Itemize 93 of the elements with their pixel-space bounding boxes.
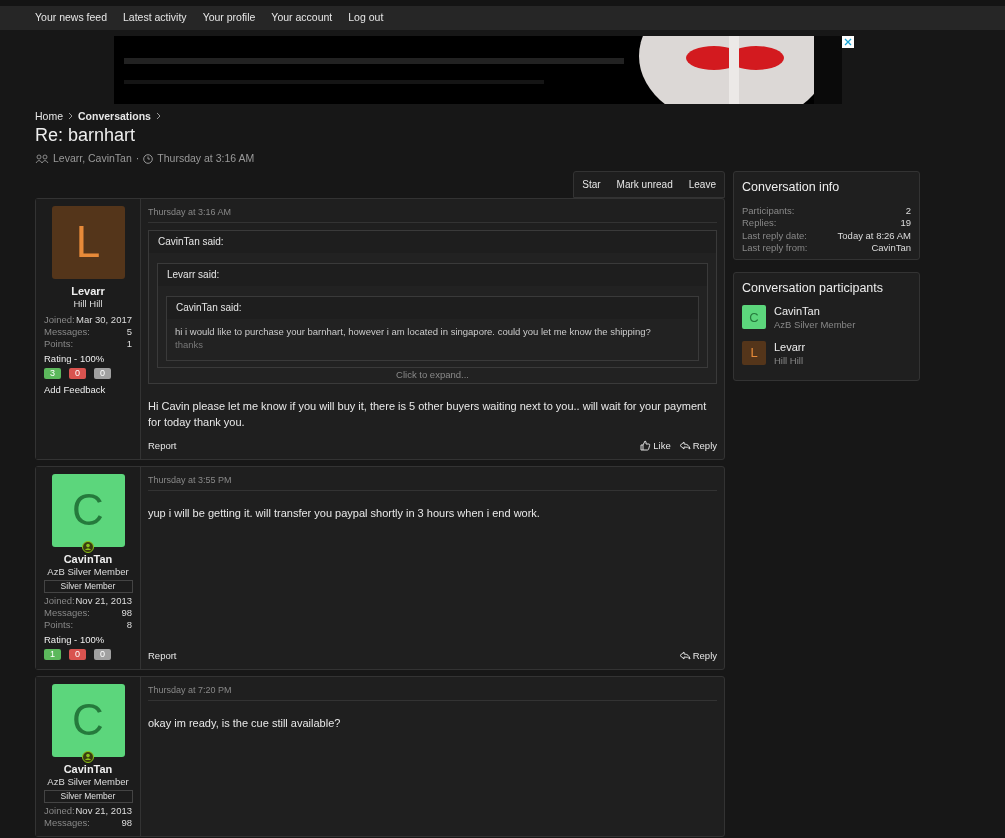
quote-author: CavinTan said: bbox=[167, 297, 698, 320]
post-date: Thursday at 7:20 PM bbox=[148, 683, 717, 702]
breadcrumb-link[interactable]: Conversations bbox=[78, 109, 151, 123]
post-text: yup i will be getting it. will transfer you paypal shortly in 3 hours when i end work. bbox=[148, 506, 541, 522]
stat-label: Joined: bbox=[44, 313, 75, 326]
quote-author: CavinTan said: bbox=[149, 231, 716, 254]
info-label: Last reply from: bbox=[742, 242, 808, 255]
post-date: Thursday at 3:16 AM bbox=[148, 205, 717, 224]
avatar-letter: C bbox=[72, 484, 104, 537]
reply-link[interactable]: Reply bbox=[678, 438, 717, 453]
info-value: 2 bbox=[905, 204, 911, 217]
reply-icon bbox=[678, 650, 691, 662]
info-value: 19 bbox=[900, 217, 911, 230]
nav-link[interactable]: Your news feed bbox=[35, 10, 107, 26]
feedback-count: 1 bbox=[44, 649, 61, 660]
expand-link[interactable]: Click to expand... bbox=[149, 368, 716, 384]
info-label: Replies: bbox=[742, 217, 777, 230]
user-banner: Silver Member bbox=[43, 789, 133, 803]
info-value: Today at 8:26 AM bbox=[837, 229, 911, 242]
quote-author: Levarr said: bbox=[158, 264, 707, 287]
post-date: Thursday at 3:55 PM bbox=[148, 473, 717, 492]
chevron-icon bbox=[154, 112, 162, 120]
rating-text: Rating - 100% bbox=[44, 351, 105, 366]
quote-text: hi i would like to purchase your barnhart, however i am located in singapore. could you let me know the shipping? bbox=[175, 325, 652, 339]
feedback-count: 0 bbox=[94, 368, 111, 379]
nav-link[interactable]: Your account bbox=[271, 10, 333, 26]
post-text: okay im ready, is the cue still available? bbox=[148, 716, 342, 732]
feedback-count: 3 bbox=[44, 368, 61, 379]
user-title: AzB Silver Member bbox=[47, 565, 129, 578]
chevron-icon bbox=[67, 112, 74, 120]
stat-label: Joined: bbox=[44, 804, 75, 817]
stat-value: Nov 21, 2013 bbox=[75, 594, 132, 607]
stat-value: 98 bbox=[121, 816, 132, 829]
participant-name[interactable]: CavinTan bbox=[774, 305, 856, 319]
nav-link[interactable]: Your profile bbox=[202, 10, 256, 26]
post-text: Hi Cavin please let me know if you will buy it, there is 5 other buyers waiting next to you.. will wait for your payment for today thank you. bbox=[148, 399, 708, 431]
people-icon bbox=[35, 153, 49, 164]
stat-value: 8 bbox=[126, 618, 132, 631]
stat-label: Joined: bbox=[44, 594, 75, 607]
avatar-letter: L bbox=[75, 216, 101, 269]
reply-link[interactable]: Reply bbox=[678, 648, 717, 663]
feedback-count: 0 bbox=[94, 649, 111, 660]
action-button[interactable]: Leave bbox=[680, 171, 724, 197]
quote-text: thanks bbox=[175, 338, 204, 353]
user-title: Hill Hill bbox=[73, 297, 103, 310]
action-button[interactable]: Star bbox=[574, 171, 609, 197]
info-label: Participants: bbox=[742, 204, 795, 217]
rating-text: Rating - 100% bbox=[44, 632, 105, 647]
page-title: Re: barnhart bbox=[35, 124, 137, 147]
feedback-count: 0 bbox=[69, 368, 86, 379]
nav-link[interactable]: Latest activity bbox=[123, 10, 187, 26]
username[interactable]: Levarr bbox=[71, 284, 105, 298]
participants-text: Levarr, CavinTan bbox=[53, 151, 132, 166]
nav-link[interactable]: Log out bbox=[348, 10, 384, 26]
stat-label: Points: bbox=[44, 618, 74, 631]
stat-label: Messages: bbox=[44, 325, 90, 338]
stat-label: Messages: bbox=[44, 816, 90, 829]
avatar-letter: C bbox=[749, 308, 759, 327]
card-title: Conversation participants bbox=[742, 279, 885, 297]
stat-value: 5 bbox=[126, 325, 132, 338]
participant-title: Hill Hill bbox=[774, 353, 805, 368]
stat-value: 98 bbox=[121, 606, 132, 619]
username[interactable]: CavinTan bbox=[63, 762, 113, 776]
username[interactable]: CavinTan bbox=[63, 552, 113, 566]
stat-label: Points: bbox=[44, 337, 74, 350]
feedback-count: 0 bbox=[69, 649, 86, 660]
stat-value: Mar 30, 2017 bbox=[76, 313, 132, 326]
date-text: Thursday at 3:16 AM bbox=[157, 151, 255, 166]
user-title: AzB Silver Member bbox=[47, 775, 129, 788]
stat-value: Nov 21, 2013 bbox=[75, 804, 132, 817]
avatar[interactable]: L bbox=[742, 340, 766, 365]
breadcrumb-link[interactable]: Home bbox=[35, 109, 63, 123]
like-link[interactable]: Like bbox=[640, 438, 671, 453]
avatar-letter: L bbox=[750, 343, 758, 362]
user-banner: Silver Member bbox=[43, 579, 133, 593]
report-link[interactable]: Report bbox=[148, 648, 177, 663]
avatar-letter: C bbox=[72, 694, 104, 747]
stat-label: Messages: bbox=[44, 606, 90, 619]
thumbs-up-icon bbox=[640, 440, 652, 452]
stat-value: 1 bbox=[126, 337, 132, 350]
close-icon[interactable] bbox=[842, 36, 854, 48]
card-title: Conversation info bbox=[742, 178, 841, 196]
reply-icon bbox=[678, 440, 691, 452]
report-link[interactable]: Report bbox=[148, 438, 177, 453]
participant-name[interactable]: Levarr bbox=[774, 340, 806, 354]
info-label: Last reply date: bbox=[742, 229, 807, 242]
info-value: CavinTan bbox=[871, 242, 911, 255]
clock-icon bbox=[143, 153, 154, 164]
participant-title: AzB Silver Member bbox=[774, 318, 856, 333]
add-feedback-link[interactable]: Add Feedback bbox=[44, 383, 106, 398]
separator-dot: · bbox=[135, 151, 140, 166]
action-button[interactable]: Mark unread bbox=[608, 171, 681, 197]
avatar[interactable]: L bbox=[51, 205, 125, 279]
